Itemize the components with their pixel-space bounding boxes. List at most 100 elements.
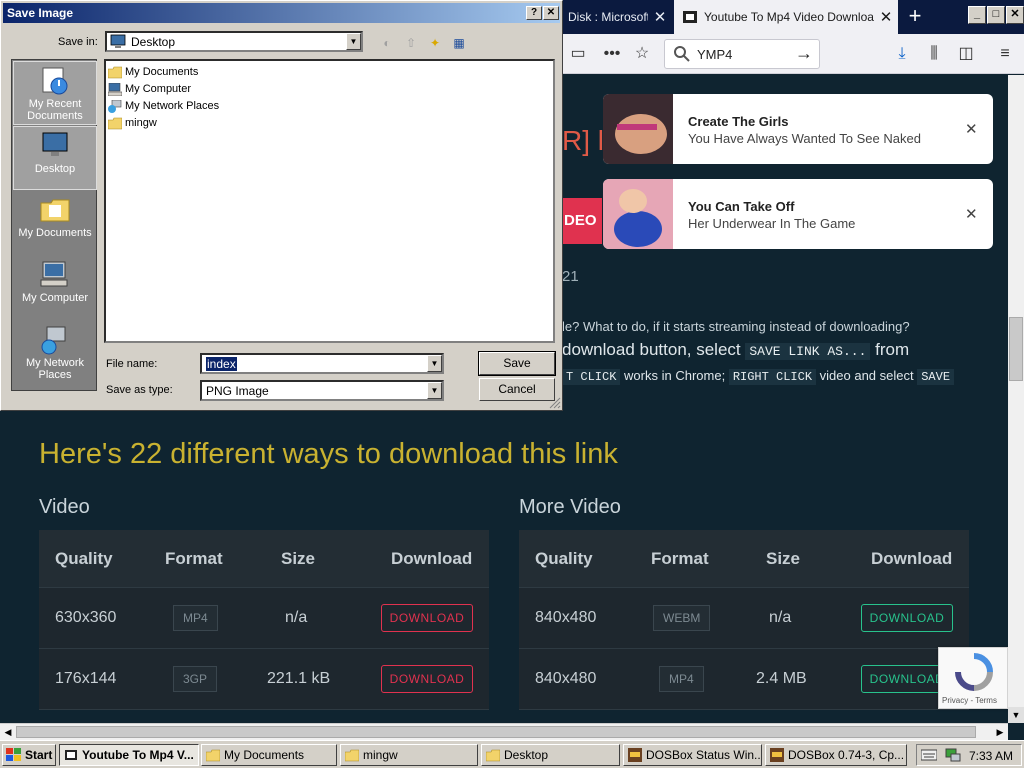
bookmark-star-icon[interactable]: ☆ <box>630 42 654 66</box>
clock[interactable]: 7:33 AM <box>969 749 1013 763</box>
format-badge: MP4 <box>173 605 218 631</box>
close-tab-icon[interactable]: ✕ <box>874 8 898 26</box>
quality-cell: 840x480 <box>535 670 597 687</box>
save-in-dropdown[interactable]: Desktop ▼ <box>105 31 363 52</box>
help-button[interactable]: ? <box>526 6 542 20</box>
header-format: Format <box>651 549 709 568</box>
ad-notification[interactable]: You Can Take Off Her Underwear In The Ga… <box>603 179 993 249</box>
chevron-down-icon[interactable]: ▼ <box>427 355 442 372</box>
help-question: le? What to do, if it starts streaming i… <box>562 319 910 334</box>
resize-grip-icon[interactable] <box>549 397 561 409</box>
size-cell: 221.1 kB <box>267 670 331 687</box>
scroll-right-icon[interactable]: ▶ <box>992 724 1008 740</box>
close-window-button[interactable]: ✕ <box>1006 6 1024 24</box>
tab-youtube-mp4[interactable]: Youtube To Mp4 Video Downloader ✕ <box>674 0 898 34</box>
taskbar: Start Youtube To Mp4 V... My Documents m… <box>0 740 1024 768</box>
view-menu-icon[interactable]: ▦ <box>449 34 469 52</box>
library-icon[interactable]: ⫼ <box>922 42 946 66</box>
dosbox-icon <box>770 748 784 762</box>
back-icon[interactable]: ◐ <box>377 34 397 52</box>
save-as-type-dropdown[interactable]: PNG Image ▼ <box>200 380 444 401</box>
file-item[interactable]: My Computer <box>108 81 191 97</box>
minimize-button[interactable]: _ <box>968 6 986 24</box>
restore-button[interactable]: □ <box>987 6 1005 24</box>
close-icon[interactable]: ✕ <box>965 120 978 138</box>
file-name-field[interactable]: index ▼ <box>200 353 444 374</box>
download-video-button[interactable]: DEO <box>562 198 602 244</box>
save-in-label: Save in: <box>58 36 98 48</box>
scroll-down-icon[interactable]: ▼ <box>1008 707 1024 723</box>
section-title-more-video: More Video <box>519 496 621 518</box>
horizontal-scrollbar[interactable]: ◀ ▶ <box>0 723 1008 740</box>
file-item[interactable]: My Documents <box>108 64 198 80</box>
cancel-button[interactable]: Cancel <box>479 378 555 401</box>
size-cell: 2.4 MB <box>756 670 807 687</box>
task-label: My Documents <box>224 748 305 762</box>
task-label: mingw <box>363 748 398 762</box>
go-arrow-icon[interactable]: → <box>795 43 813 64</box>
keyboard-icon[interactable] <box>921 749 937 761</box>
place-my-documents[interactable]: My Documents <box>13 191 97 255</box>
close-tab-icon[interactable]: ✕ <box>648 8 672 26</box>
taskbar-item-browser[interactable]: Youtube To Mp4 V... <box>59 744 199 766</box>
sidebar-icon[interactable]: ◫ <box>954 42 978 66</box>
taskbar-item-my-documents[interactable]: My Documents <box>201 744 337 766</box>
download-button[interactable]: DOWNLOAD <box>861 604 953 632</box>
page-actions-icon[interactable]: ••• <box>600 42 624 66</box>
table-row: 840x480 WEBM n/a DOWNLOAD <box>519 588 969 649</box>
chevron-down-icon[interactable]: ▼ <box>427 382 442 399</box>
download-ways-heading: Here's 22 different ways to download thi… <box>39 438 618 470</box>
taskbar-item-desktop[interactable]: Desktop <box>481 744 620 766</box>
downloads-icon[interactable]: ⤓ <box>890 42 914 66</box>
close-button[interactable]: ✕ <box>543 6 559 20</box>
new-tab-button[interactable]: + <box>900 0 930 34</box>
instr-code: SAVE <box>917 369 955 385</box>
instr-text: works in Chrome; <box>624 368 726 383</box>
file-list[interactable]: My Documents My Computer My Network Plac… <box>104 59 555 343</box>
file-item[interactable]: My Network Places <box>108 98 219 114</box>
start-button[interactable]: Start <box>2 744 56 766</box>
download-button[interactable]: DOWNLOAD <box>381 665 473 693</box>
browser-app-icon <box>65 750 77 760</box>
header-download: Download <box>871 549 953 568</box>
file-item[interactable]: mingw <box>108 115 157 131</box>
tab-title: Youtube To Mp4 Video Downloader <box>704 10 874 24</box>
table-row: 176x144 3GP 221.1 kB DOWNLOAD <box>39 649 489 710</box>
place-recent-documents[interactable]: My Recent Documents <box>13 61 97 125</box>
quality-cell: 176x144 <box>55 670 117 687</box>
recaptcha-links[interactable]: Privacy - Terms <box>942 696 997 705</box>
download-button[interactable]: DOWNLOAD <box>381 604 473 632</box>
menu-icon[interactable]: ≡ <box>993 42 1017 66</box>
table-header: Quality Format Size Download <box>519 530 969 588</box>
recaptcha-badge[interactable]: Privacy - Terms <box>938 647 1008 709</box>
place-label: Desktop <box>34 163 76 175</box>
tab-microsoft-disk[interactable]: Disk : Microsoft ✕ <box>560 0 672 34</box>
scroll-left-icon[interactable]: ◀ <box>0 724 16 740</box>
folder-documents-icon <box>108 66 122 78</box>
taskbar-item-dosbox[interactable]: DOSBox 0.74-3, Cp... <box>765 744 907 766</box>
close-icon[interactable]: ✕ <box>965 205 978 223</box>
file-name-label: File name: <box>106 358 158 370</box>
folder-icon <box>486 749 500 762</box>
search-field[interactable]: YMP4 → <box>664 39 820 69</box>
format-badge: 3GP <box>173 666 218 692</box>
taskbar-item-mingw[interactable]: mingw <box>340 744 478 766</box>
save-button[interactable]: Save <box>478 351 556 376</box>
place-desktop[interactable]: Desktop <box>13 126 97 190</box>
network-status-icon[interactable] <box>945 748 961 762</box>
ad-notification[interactable]: Create The Girls You Have Always Wanted … <box>603 94 993 164</box>
scroll-thumb[interactable] <box>16 726 976 738</box>
up-folder-icon[interactable]: ⇧ <box>401 34 421 52</box>
ymp4-favicon-icon <box>683 11 697 23</box>
scroll-thumb[interactable] <box>1009 317 1023 381</box>
instr-text: from <box>875 340 910 359</box>
vertical-scrollbar[interactable]: ▼ <box>1008 75 1024 723</box>
more-video-table: Quality Format Size Download 840x480 WEB… <box>519 530 969 710</box>
desktop-small-icon <box>110 34 126 48</box>
place-my-computer[interactable]: My Computer <box>13 256 97 320</box>
new-folder-icon[interactable]: ✦ <box>425 34 445 52</box>
place-my-network-places[interactable]: My Network Places <box>13 321 97 385</box>
chevron-down-icon[interactable]: ▼ <box>346 33 361 50</box>
taskbar-item-dosbox-status[interactable]: DOSBox Status Win... <box>623 744 762 766</box>
reader-mode-icon[interactable]: ▭ <box>566 42 590 66</box>
